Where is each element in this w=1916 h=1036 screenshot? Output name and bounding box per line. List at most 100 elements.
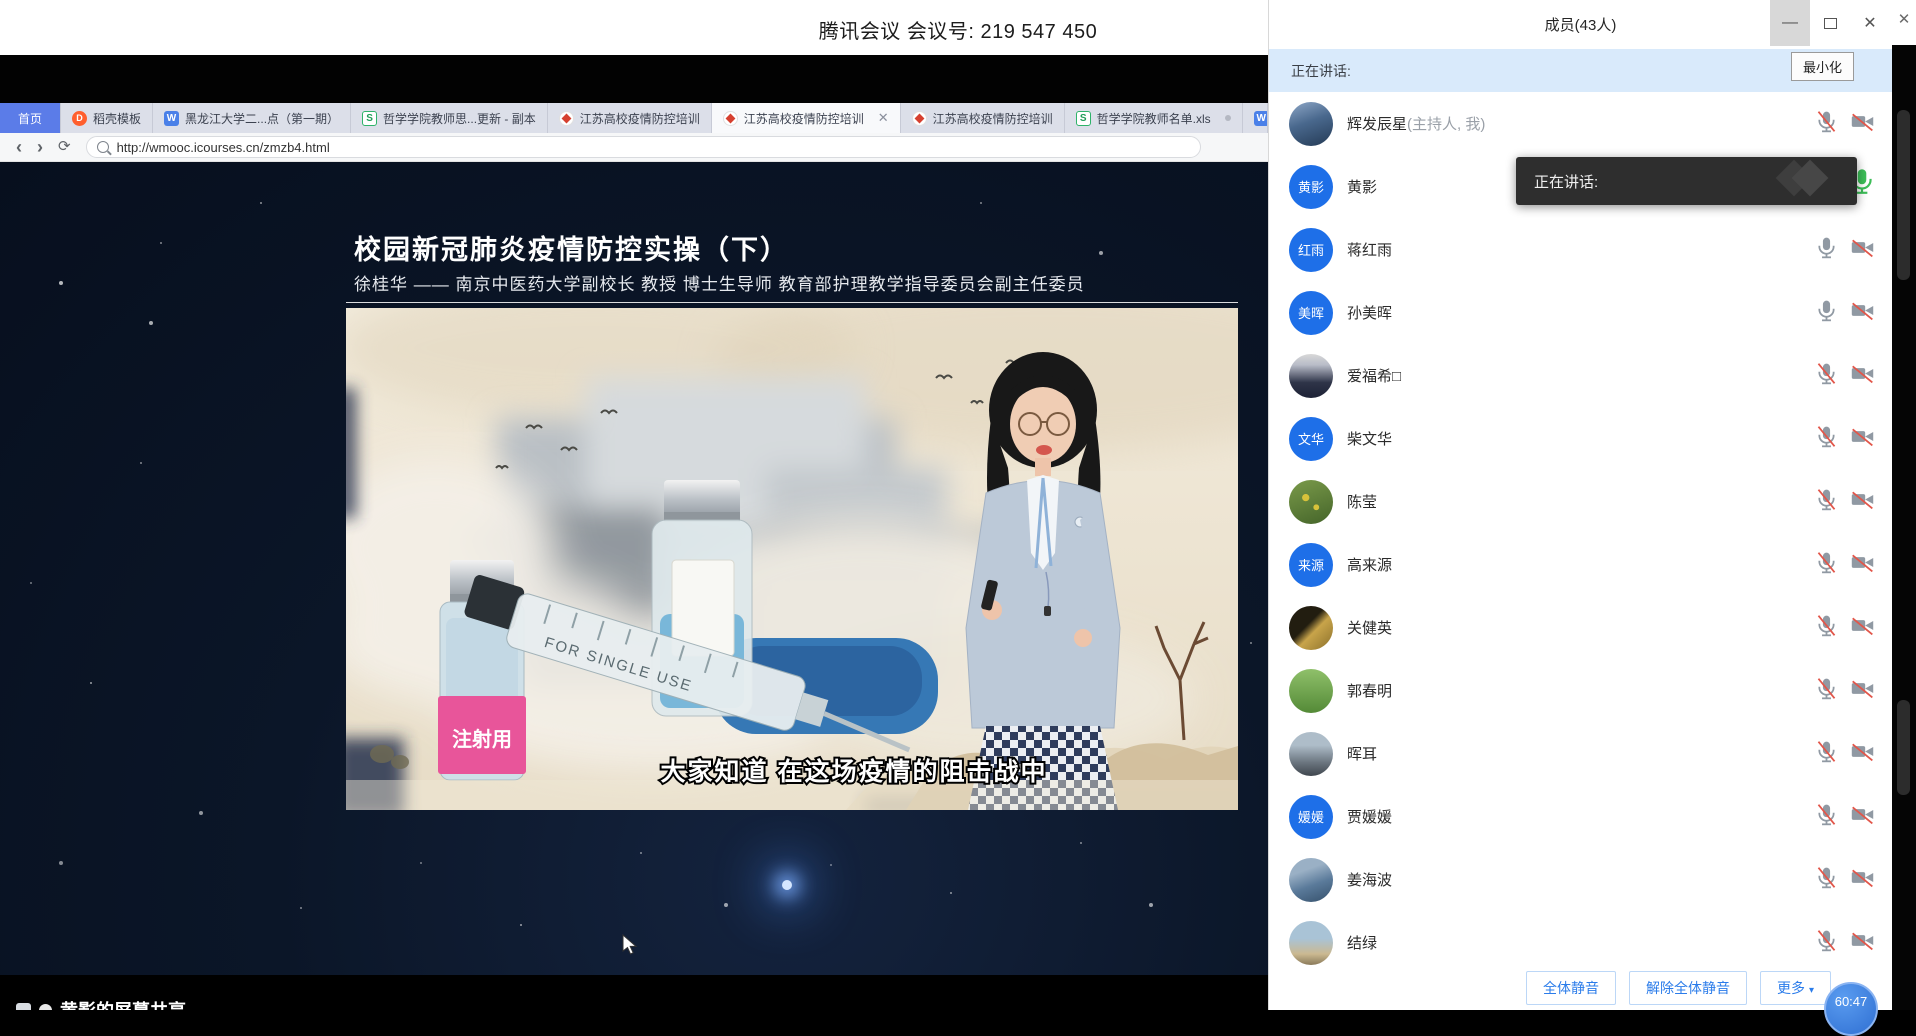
vial-label: 注射用: [452, 727, 512, 751]
camera-icon[interactable]: [1849, 109, 1876, 139]
camera-icon[interactable]: [1849, 928, 1876, 958]
camera-icon[interactable]: [1849, 361, 1876, 391]
screen-share-footer: 黄影的屏幕共享: [0, 975, 1268, 1010]
tab-label: 江苏高校疫情防控培训: [933, 110, 1053, 127]
lecture-byline: 徐桂华 —— 南京中医药大学副校长 教授 博士生导师 教育部护理教学指导委员会副…: [354, 270, 1085, 295]
camera-icon[interactable]: [1849, 739, 1876, 769]
mic-icon[interactable]: [1814, 109, 1839, 139]
member-name: 郭春明: [1347, 680, 1800, 701]
member-row[interactable]: 结绿: [1269, 911, 1892, 966]
tab-label: 江苏高校疫情防控培训: [744, 110, 864, 127]
search-icon: [97, 141, 109, 153]
member-row[interactable]: 来源 高来源: [1269, 533, 1892, 596]
mic-icon[interactable]: [1814, 613, 1839, 643]
caret-down-icon: ▾: [1809, 985, 1814, 996]
speaking-toast: 正在讲话:: [1516, 157, 1857, 205]
bright-star: [782, 880, 792, 890]
browser-tab[interactable]: W 20: [1243, 103, 1268, 133]
mic-icon[interactable]: [1814, 424, 1839, 454]
camera-icon[interactable]: [1849, 613, 1876, 643]
members-panel-header: 成员(43人) — ✕: [1269, 0, 1892, 49]
browser-tab[interactable]: 江苏高校疫情防控培训 ✕: [712, 103, 901, 133]
browser-tab[interactable]: 江苏高校疫情防控培训: [901, 103, 1065, 133]
mic-icon[interactable]: [1814, 739, 1839, 769]
share-owner-label: 黄影的屏幕共享: [60, 997, 186, 1010]
member-list[interactable]: 辉发辰星(主持人, 我) 黄影 黄影 红雨 蒋红雨 美晖 孙美晖 爱福希□: [1269, 92, 1892, 966]
mic-icon[interactable]: [1814, 550, 1839, 580]
member-avatar: 黄影: [1289, 165, 1333, 209]
member-row[interactable]: 陈莹: [1269, 470, 1892, 533]
browser-tab[interactable]: S 哲学学院教师思...更新 - 副本: [351, 103, 548, 133]
member-row[interactable]: 姜海波: [1269, 848, 1892, 911]
member-avatar: [1289, 669, 1333, 713]
member-name: 姜海波: [1347, 869, 1800, 890]
reload-button[interactable]: ⟳: [58, 138, 71, 156]
members-panel: 成员(43人) — ✕ 最小化 正在讲话: 辉发辰星(主持人, 我) 黄影 黄影…: [1268, 0, 1892, 1010]
back-button[interactable]: ‹: [16, 138, 22, 156]
tab-label: 首页: [18, 110, 42, 127]
mute-all-button[interactable]: 全体静音: [1526, 971, 1616, 1005]
member-row[interactable]: 美晖 孙美晖: [1269, 281, 1892, 344]
address-bar[interactable]: http://wmooc.icourses.cn/zmzb4.html: [86, 136, 1201, 158]
mic-icon[interactable]: [1814, 676, 1839, 706]
address-url: http://wmooc.icourses.cn/zmzb4.html: [117, 140, 330, 155]
camera-icon[interactable]: [1849, 424, 1876, 454]
mic-icon[interactable]: [1814, 487, 1839, 517]
browser-tab[interactable]: 首页: [0, 103, 61, 133]
tab-label: 江苏高校疫情防控培训: [580, 110, 700, 127]
mic-icon[interactable]: [1814, 235, 1839, 265]
member-row[interactable]: 晖耳: [1269, 722, 1892, 785]
camera-icon[interactable]: [1849, 550, 1876, 580]
member-row[interactable]: 辉发辰星(主持人, 我): [1269, 92, 1892, 155]
camera-icon[interactable]: [1849, 676, 1876, 706]
mic-icon[interactable]: [1814, 928, 1839, 958]
more-button[interactable]: 更多▾: [1760, 971, 1831, 1005]
browser-toolbar: ‹ › ⟳ http://wmooc.icourses.cn/zmzb4.htm…: [0, 133, 1268, 162]
mic-icon[interactable]: [1814, 298, 1839, 328]
browser-tab[interactable]: W 黑龙江大学二...点（第一期）: [153, 103, 351, 133]
underlying-close-icon[interactable]: ✕: [1892, 0, 1916, 45]
member-avatar: 红雨: [1289, 228, 1333, 272]
maximize-button[interactable]: [1810, 0, 1850, 46]
camera-icon[interactable]: [1849, 235, 1876, 265]
member-row[interactable]: 郭春明: [1269, 659, 1892, 722]
forward-button[interactable]: ›: [37, 138, 43, 156]
meeting-timer-badge[interactable]: 60:47: [1824, 982, 1878, 1036]
member-row[interactable]: 爱福希□: [1269, 344, 1892, 407]
member-avatar: [1289, 480, 1333, 524]
camera-icon[interactable]: [1849, 802, 1876, 832]
scrollbar-thumb[interactable]: [1897, 110, 1910, 280]
mic-icon[interactable]: [1814, 361, 1839, 391]
camera-icon[interactable]: [1849, 487, 1876, 517]
unmute-all-button[interactable]: 解除全体静音: [1629, 971, 1747, 1005]
lecture-video: 注射用 FOR SINGLE USE: [346, 308, 1238, 810]
tab-favicon: W: [164, 111, 179, 126]
camera-icon[interactable]: [1849, 298, 1876, 328]
mic-icon[interactable]: [1814, 865, 1839, 895]
browser-tab[interactable]: D 稻壳模板: [61, 103, 153, 133]
member-row[interactable]: 红雨 蒋红雨: [1269, 218, 1892, 281]
browser-tab[interactable]: 江苏高校疫情防控培训: [548, 103, 712, 133]
browser-tab[interactable]: S 哲学学院教师名单.xls: [1065, 103, 1243, 133]
member-row[interactable]: 关健英: [1269, 596, 1892, 659]
member-avatar: 来源: [1289, 543, 1333, 587]
desktop-edge-strip: ✕: [1892, 0, 1916, 1010]
member-row[interactable]: 媛媛 贾媛媛: [1269, 785, 1892, 848]
minimize-button[interactable]: —: [1770, 0, 1810, 46]
stars-decoration: [0, 162, 2, 164]
mic-icon[interactable]: [1814, 802, 1839, 832]
browser-tab-bar: 首页 D 稻壳模板 W 黑龙江大学二...点（第一期） S 哲学学院教师思...…: [0, 103, 1268, 133]
member-avatar: [1289, 102, 1333, 146]
member-name: 陈莹: [1347, 491, 1800, 512]
member-avatar: [1289, 732, 1333, 776]
member-row[interactable]: 文华 柴文华: [1269, 407, 1892, 470]
scrollbar-thumb[interactable]: [1897, 700, 1910, 795]
tab-favicon: [912, 111, 927, 126]
mouse-cursor: [621, 934, 641, 956]
member-avatar: [1289, 354, 1333, 398]
camera-icon[interactable]: [1849, 865, 1876, 895]
tab-close-icon[interactable]: ✕: [878, 110, 889, 126]
close-button[interactable]: ✕: [1850, 0, 1890, 46]
share-user-icon: [39, 1004, 52, 1011]
tab-favicon: W: [1254, 111, 1268, 126]
